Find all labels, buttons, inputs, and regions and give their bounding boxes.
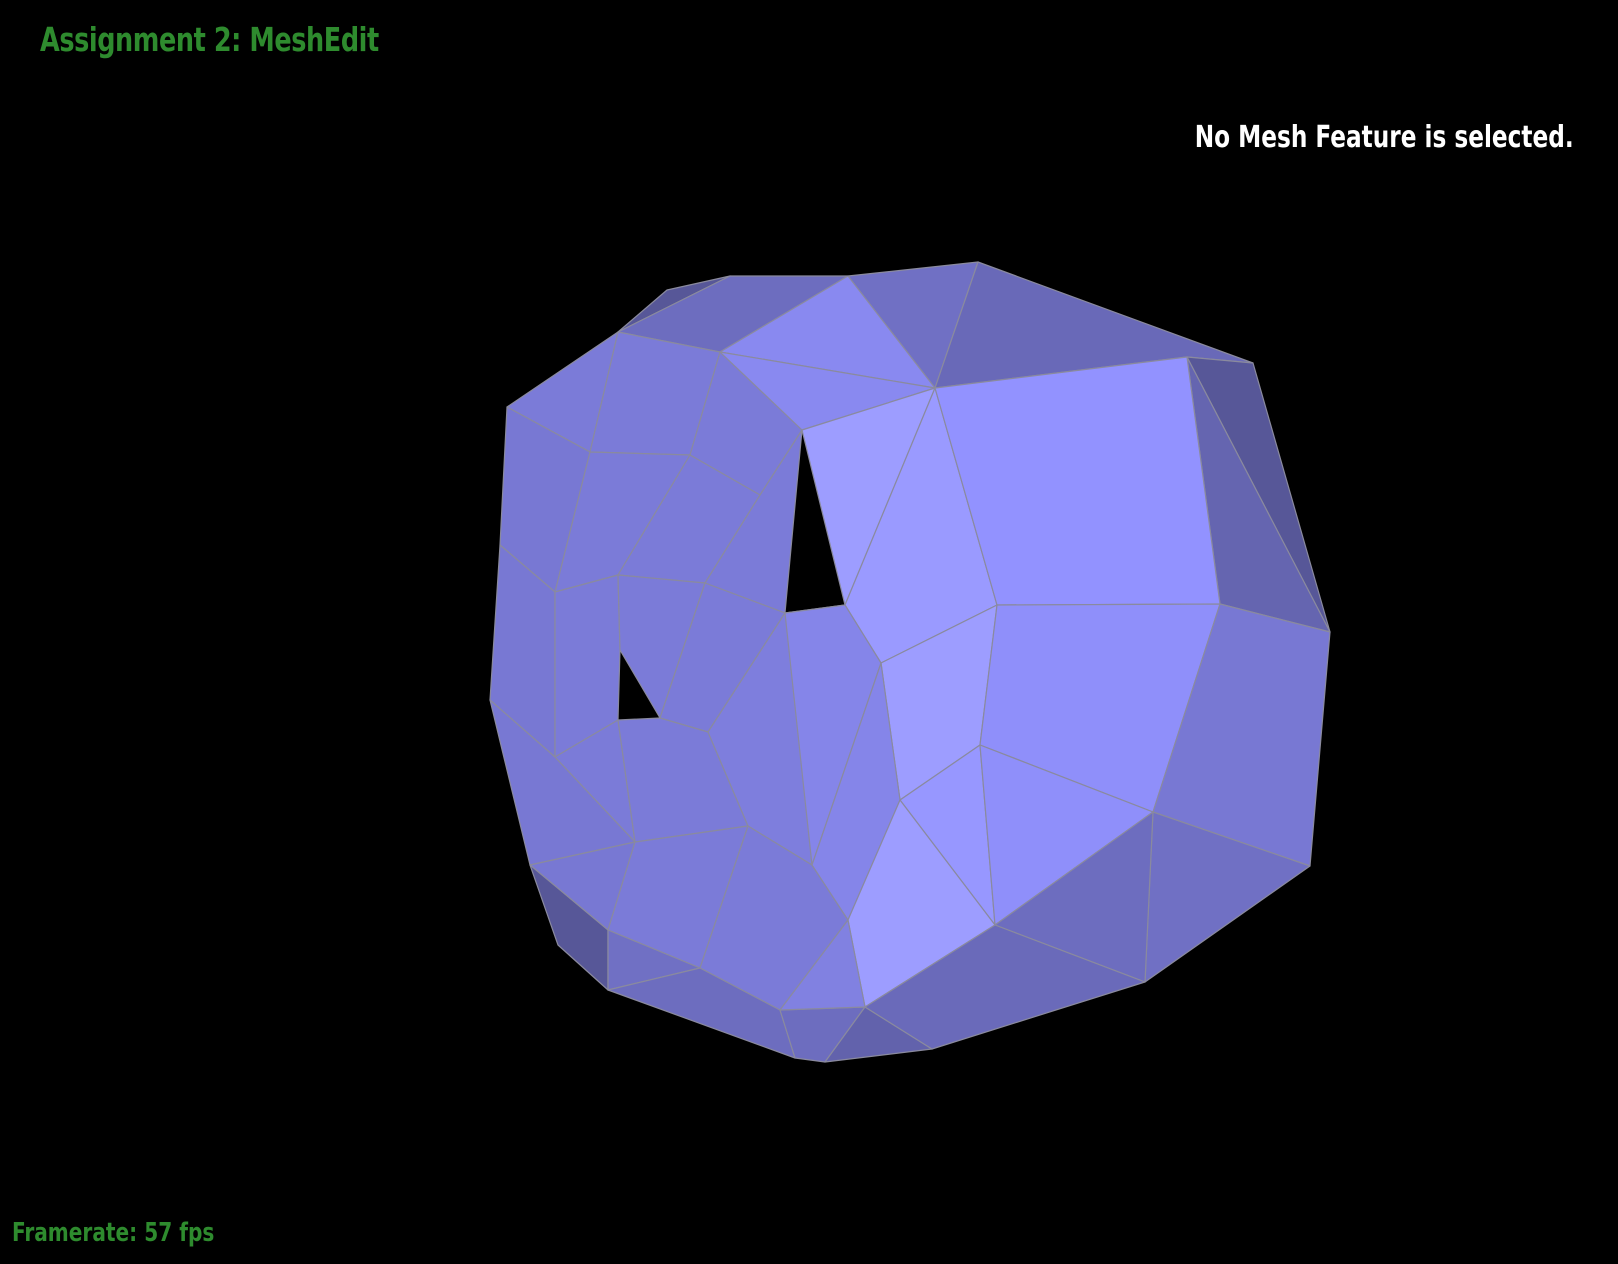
mesh-faces[interactable] (489, 261, 1331, 1063)
mesh-viewport[interactable]: Assignment 2: MeshEdit No Mesh Feature i… (0, 0, 1618, 1264)
mesh-render[interactable] (0, 0, 1618, 1264)
selection-status: No Mesh Feature is selected. (1195, 120, 1574, 155)
app-title: Assignment 2: MeshEdit (40, 20, 379, 59)
framerate-readout: Framerate: 57 fps (12, 1218, 215, 1248)
